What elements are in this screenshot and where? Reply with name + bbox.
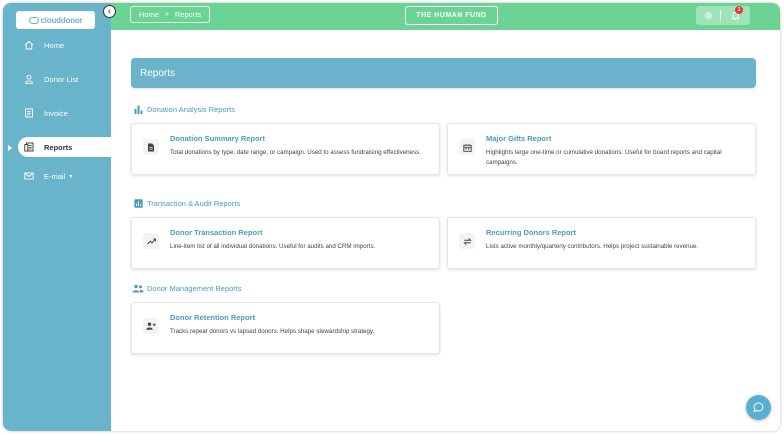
sidebar-item-label: Invoice [44, 108, 68, 118]
sidebar-item-label: Home [44, 40, 65, 50]
report-card-donor-retention[interactable]: Donor Retention Report Tracks repeat don… [131, 302, 440, 354]
section-title: Donation Analysis Reports [147, 104, 235, 114]
report-card-donor-transaction[interactable]: Donor Transaction Report Line-item list … [131, 217, 440, 269]
sidebar-item-donor-list[interactable]: Donor List [18, 69, 111, 89]
card-description: Highlights large one-time or cumulative … [486, 149, 722, 166]
home-icon [23, 39, 35, 51]
repeat-icon [459, 233, 475, 249]
page-title-banner: Reports [131, 58, 756, 88]
cloud-logo-icon [28, 16, 39, 24]
top-header: Home » Reports THE HUMAN FUND 1 [111, 3, 780, 30]
section-title: Transaction & Audit Reports [147, 198, 241, 208]
section-title: Donor Management Reports [147, 283, 242, 293]
sidebar-item-reports[interactable]: Reports [18, 137, 111, 157]
notifications-button[interactable]: 1 [721, 6, 749, 25]
chat-icon [753, 402, 764, 413]
user-icon [23, 73, 35, 85]
card-description: Lists active monthly/quarterly contribut… [486, 243, 699, 250]
active-indicator [8, 145, 12, 151]
card-description: Line-item list of all individual donatio… [170, 243, 376, 250]
card-title: Major Gifts Report [486, 134, 552, 143]
sidebar-item-label: Donor List [44, 74, 79, 84]
bar-chart-icon [132, 103, 144, 115]
document-icon [143, 139, 159, 155]
report-card-donation-summary[interactable]: Donation Summary Report Total donations … [131, 123, 440, 175]
breadcrumb: Home » Reports [130, 6, 211, 23]
chat-button[interactable] [746, 395, 771, 420]
reports-icon [23, 141, 35, 153]
settings-button[interactable] [696, 6, 720, 25]
sidebar-item-email[interactable]: E-mail ▾ [18, 166, 111, 186]
chevron-left-icon: ‹ [108, 6, 111, 16]
section-donation-analysis: Donation Analysis Reports [132, 103, 235, 115]
card-title: Donor Retention Report [170, 313, 255, 322]
chevron-down-icon: ▾ [69, 173, 73, 180]
card-title: Donor Transaction Report [170, 228, 263, 237]
report-card-major-gifts[interactable]: Major Gifts Report Highlights large one-… [447, 123, 756, 175]
report-card-recurring-donors[interactable]: Recurring Donors Report Lists active mon… [447, 217, 756, 269]
section-donor-management: Donor Management Reports [132, 282, 242, 294]
card-description: Total donations by type, date range, or … [170, 149, 421, 156]
audit-chart-icon [132, 197, 144, 209]
notification-badge: 1 [735, 6, 743, 14]
page-title: Reports [140, 67, 176, 79]
header-actions: 1 [696, 6, 750, 25]
collapse-sidebar-button[interactable]: ‹ [103, 5, 116, 18]
group-icon [132, 282, 144, 294]
sidebar-item-home[interactable]: Home [18, 35, 111, 55]
logo[interactable]: clouddonor [16, 11, 95, 29]
mail-icon [23, 170, 35, 182]
sidebar-item-label: Reports [44, 142, 73, 152]
invoice-icon [23, 107, 35, 119]
logo-text: clouddonor [40, 15, 83, 25]
section-transaction-audit: Transaction & Audit Reports [132, 197, 240, 209]
trend-icon [143, 233, 159, 249]
breadcrumb-separator: » [165, 11, 169, 18]
card-title: Donation Summary Report [170, 134, 266, 143]
person-add-icon [143, 318, 159, 334]
card-description: Tracks repeat donors vs lapsed donors. H… [170, 328, 375, 335]
organization-button[interactable]: THE HUMAN FUND [405, 6, 498, 25]
sidebar-item-invoice[interactable]: Invoice [18, 103, 111, 123]
breadcrumb-home[interactable]: Home [139, 10, 159, 19]
app-window: clouddonor ‹ Home Donor List Invoice Rep… [0, 0, 784, 436]
gear-icon [704, 11, 712, 20]
card-title: Recurring Donors Report [486, 228, 577, 237]
sidebar-item-label: E-mail [44, 171, 66, 181]
breadcrumb-current: Reports [174, 10, 202, 19]
gift-icon [459, 139, 475, 155]
sidebar: clouddonor [3, 3, 111, 431]
